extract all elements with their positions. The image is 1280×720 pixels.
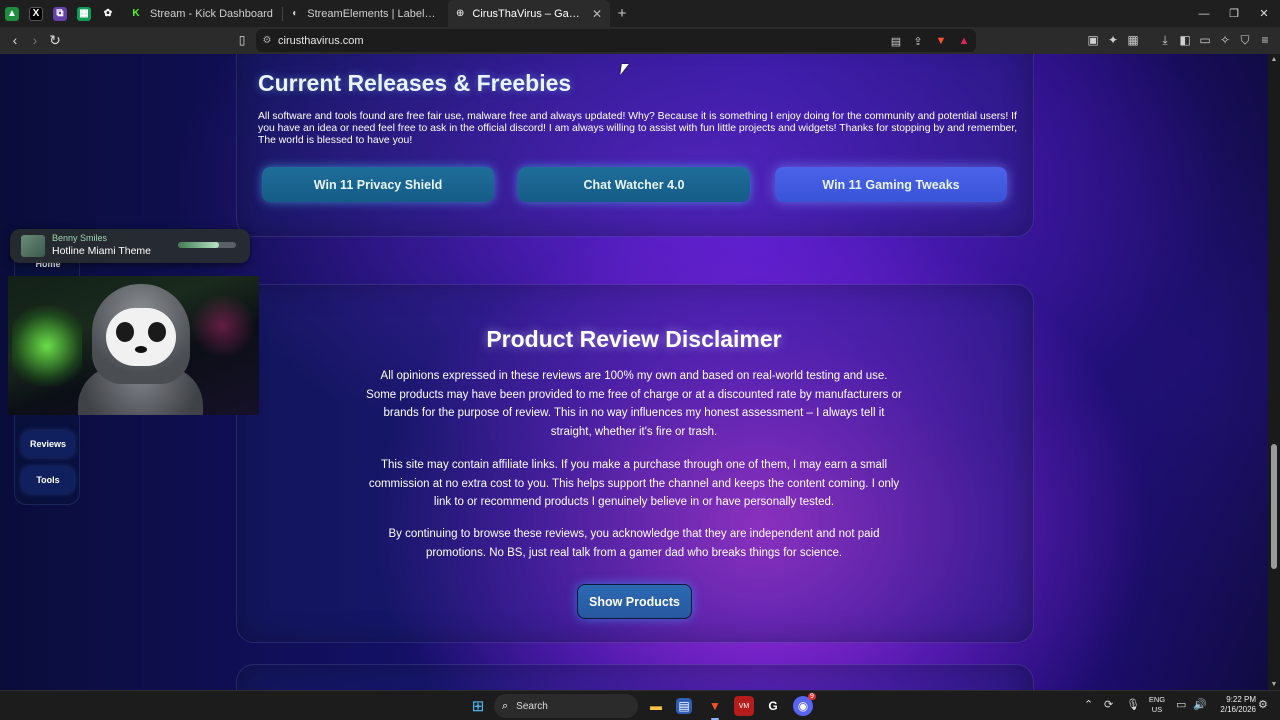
tab-streamelements[interactable]: ◐ StreamElements | Labels and Cambo… [283,0,448,27]
playback-progress-bar [178,242,236,248]
maximize-button[interactable]: ❐ [1218,0,1250,27]
back-button[interactable]: ‹ [5,30,25,50]
page-scrollbar[interactable]: ▲ ▼ [1268,54,1280,690]
lang-code: ENG [1148,695,1166,704]
start-button[interactable]: ⊞ [468,696,488,716]
tab-manager-icon[interactable]: ▦ [1125,32,1141,48]
voicemeeter-icon[interactable]: VM [734,696,754,716]
vpn-icon[interactable]: ⛉ [1237,32,1253,48]
panda-eye [148,322,166,342]
nav-tools[interactable]: Tools [22,467,74,493]
screenshot-icon[interactable]: ▣ [1085,32,1101,48]
monitor-glow [12,306,82,386]
url-text: cirusthavirus.com [278,34,364,47]
tab-title: CirusThaVirus – Gaming | Review… [472,7,584,20]
twitch-icon: ⧉ [53,6,67,21]
microphone-icon[interactable]: 🎙 [1126,698,1140,711]
show-products-button[interactable]: Show Products [577,584,692,619]
twitch-pinned-tab[interactable]: ⧉ [48,0,72,27]
discord-badge: 9 [808,693,816,700]
system-clock[interactable]: 9:22 PM 2/16/2026 [1210,695,1256,715]
brave-shields-icon[interactable]: ▼ [933,33,949,49]
brave-icon[interactable]: ▼ [705,696,725,716]
scroll-up-arrow-icon[interactable]: ▲ [1268,56,1280,63]
minimize-button[interactable]: — [1188,0,1220,27]
sheets-icon: ▦ [77,6,91,21]
drive-pinned-tab[interactable]: ▲ [0,0,24,27]
sync-icon[interactable]: ⟳ [1104,698,1113,711]
now-playing-artist: Benny Smiles [52,233,108,243]
address-bar[interactable]: ⚙ cirusthavirus.com ▤ ⇪ ▼ ▲ [256,29,976,52]
privacy-shield-button[interactable]: Win 11 Privacy Shield [262,167,494,202]
tab-strip: ▲ X ⧉ ▦ ✿ K Stream - Kick Dashboard ◐ St… [0,0,1280,27]
browser-toolbar: ‹ › ↻ ▯ ⚙ cirusthavirus.com ▤ ⇪ ▼ ▲ ▣ ✦ … [0,27,1280,54]
panda-nose [135,346,147,353]
app-g-icon[interactable]: G [763,696,783,716]
drive-icon: ▲ [5,6,19,21]
album-art [21,235,45,257]
reader-mode-icon[interactable]: ▤ [888,33,904,49]
tab-title: StreamElements | Labels and Cambo… [307,7,440,20]
region-code: US [1151,705,1163,714]
room-light [188,296,258,356]
tab-title: Stream - Kick Dashboard [150,7,273,20]
gaming-tweaks-button[interactable]: Win 11 Gaming Tweaks [775,167,1007,202]
tab-kick-dashboard[interactable]: K Stream - Kick Dashboard [122,0,282,27]
tab-cirusthavirus[interactable]: ⊕ CirusThaVirus – Gaming | Review… ✕ [448,0,610,27]
forward-button[interactable]: › [25,30,45,50]
wallet-icon[interactable]: ▭ [1197,32,1213,48]
download-icon[interactable]: ⤓ [1157,32,1173,48]
openai-pinned-tab[interactable]: ✿ [96,0,120,27]
streamelements-icon: ◐ [292,8,299,19]
search-label: Search [516,700,548,712]
share-icon[interactable]: ⇪ [910,33,926,49]
file-explorer-icon[interactable]: ▬ [646,696,666,716]
now-playing-title: Hotline Miami Theme [52,245,152,257]
language-indicator[interactable]: ENG US [1148,695,1166,715]
clock-date: 2/16/2026 [1220,705,1256,714]
new-tab-button[interactable]: + [610,5,634,22]
disclaimer-paragraph: This site may contain affiliate links. I… [368,459,900,509]
notification-icon[interactable]: ⚙ [1258,698,1268,711]
openai-icon: ✿ [101,6,115,21]
volume-icon[interactable]: 🔊 [1193,698,1207,711]
nav-reviews[interactable]: Reviews [22,431,74,457]
webcam-overlay [8,276,259,415]
menu-icon[interactable]: ≡ [1257,32,1273,48]
store-icon[interactable]: ▤ [676,698,692,714]
network-icon[interactable]: ▭ [1176,698,1186,711]
taskbar-search[interactable]: ⌕ Search [494,694,638,718]
x-pinned-tab[interactable]: X [24,0,48,27]
disclaimer-paragraph: All opinions expressed in these reviews … [366,370,902,439]
chat-watcher-button[interactable]: Chat Watcher 4.0 [518,167,750,202]
close-window-button[interactable]: ✕ [1248,0,1280,27]
next-section [236,664,1034,690]
chevron-up-icon[interactable]: ⌃ [1084,698,1093,711]
scroll-down-arrow-icon[interactable]: ▼ [1268,681,1280,688]
panda-eye [116,322,134,342]
scrollbar-thumb[interactable] [1271,444,1277,569]
brave-rewards-icon[interactable]: ▲ [956,33,972,49]
extensions-icon[interactable]: ✦ [1105,32,1121,48]
sidebar-icon[interactable]: ◧ [1177,32,1193,48]
leo-ai-icon[interactable]: ✧ [1217,32,1233,48]
windows-taskbar: ⊞ ⌕ Search ▬ ▤ ▼ VM G ◉ 9 ⌃ ⟳ 🎙 ENG US ▭ … [0,690,1280,720]
bookmark-icon[interactable]: ▯ [232,30,252,50]
now-playing-widget: Benny Smiles Hotline Miami Theme [10,229,250,263]
sheets-pinned-tab[interactable]: ▦ [72,0,96,27]
site-info-icon[interactable]: ⚙ [256,35,278,46]
x-icon: X [29,6,43,21]
close-tab-icon[interactable]: ✕ [592,7,602,21]
playback-progress-fill [178,242,219,248]
kick-icon: K [132,8,140,19]
search-icon: ⌕ [502,699,509,712]
releases-description: All software and tools found are free fa… [258,111,1018,146]
globe-icon: ⊕ [456,8,465,19]
reload-button[interactable]: ↻ [45,30,65,50]
clock-time: 9:22 PM [1226,695,1256,704]
disclaimer-paragraph: By continuing to browse these reviews, y… [388,528,880,559]
releases-heading: Current Releases & Freebies [258,70,572,96]
